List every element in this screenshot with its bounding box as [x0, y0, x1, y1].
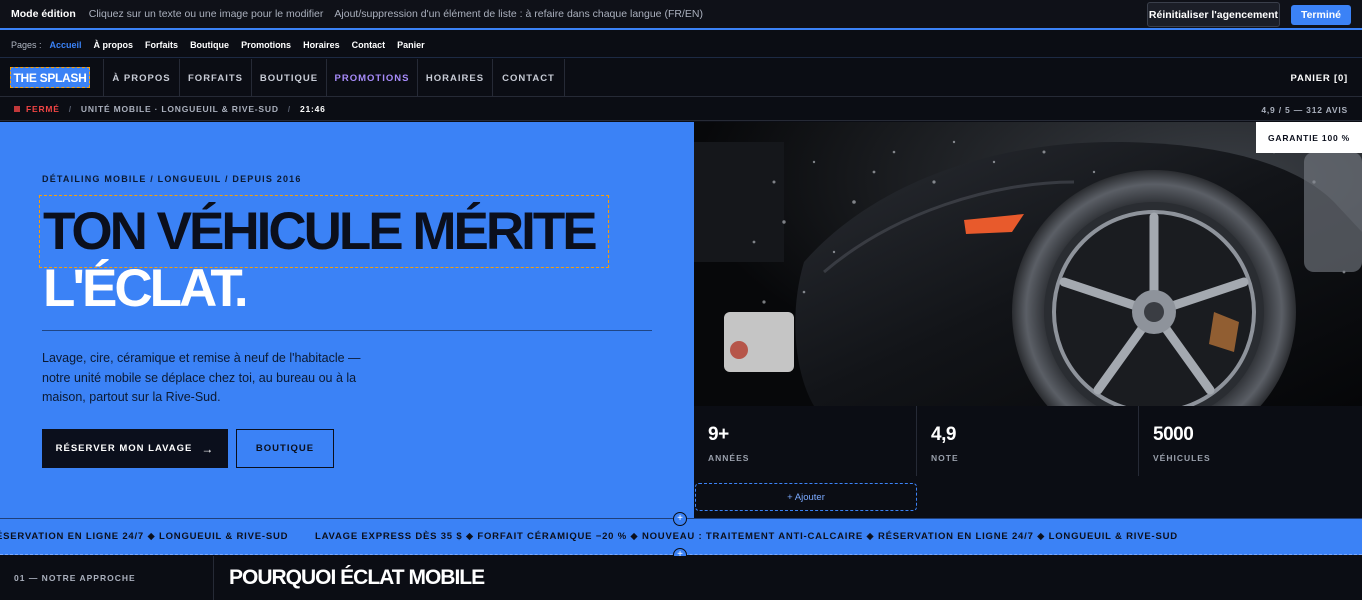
status-bar: FERMÉ / UNITÉ MOBILE · LONGUEUIL & RIVE-…: [0, 98, 1362, 121]
stat-value: 9+: [708, 424, 729, 445]
open-status: FERMÉ: [26, 104, 60, 114]
nav-item-a-propos[interactable]: À PROPOS: [103, 59, 179, 97]
pages-bar: Pages : Accueil À propos Forfaits Boutiq…: [0, 32, 1362, 58]
ticker-text[interactable]: LAVAGE EXPRESS DÈS 35 $ ◆ FORFAIT CÉRAMI…: [315, 531, 1178, 542]
stat-item[interactable]: 4,9 NOTE: [916, 406, 1138, 476]
cart-link[interactable]: PANIER [0]: [1291, 59, 1348, 97]
section-divider: [213, 556, 214, 600]
edit-hint-text: Cliquez sur un texte ou une image pour l…: [88, 8, 324, 20]
page-link-contact[interactable]: Contact: [352, 40, 386, 50]
page-link-boutique[interactable]: Boutique: [190, 40, 229, 50]
page-link-panier[interactable]: Panier: [397, 40, 425, 50]
approach-section: 01 — NOTRE APPROCHE POURQUOI ÉCLAT MOBIL…: [0, 556, 1362, 600]
book-wash-label: RÉSERVER MON LAVAGE: [55, 443, 193, 454]
stat-value: 4,9: [931, 424, 956, 445]
book-wash-button[interactable]: RÉSERVER MON LAVAGE →: [42, 429, 228, 468]
stat-label: VÉHICULES: [1153, 453, 1211, 463]
pages-label: Pages :: [11, 39, 42, 50]
site-logo[interactable]: THE SPLASH: [10, 67, 90, 88]
rating-summary: 4,9 / 5 — 312 AVIS: [1261, 104, 1348, 115]
hero-car-photo[interactable]: [694, 122, 1362, 406]
guarantee-badge: GARANTIE 100 %: [1256, 122, 1362, 153]
add-section-plus-icon[interactable]: +: [673, 512, 687, 526]
nav-item-promotions[interactable]: PROMOTIONS: [326, 59, 417, 97]
edit-mode-bar: Mode édition Cliquez sur un texte ou une…: [0, 0, 1362, 30]
location-text: UNITÉ MOBILE · LONGUEUIL & RIVE-SUD: [80, 104, 279, 114]
hero-headline-line2[interactable]: L'ÉCLAT.: [43, 259, 249, 319]
shop-button[interactable]: BOUTIQUE: [236, 429, 334, 468]
stat-label: NOTE: [931, 453, 959, 463]
status-separator: /: [68, 104, 72, 114]
current-time: 21:46: [299, 104, 326, 114]
car-wheel-illustration: [694, 122, 1362, 406]
hero-divider: [42, 330, 652, 331]
stat-label: ANNÉES: [708, 453, 750, 463]
hero-section: DÉTAILING MOBILE / LONGUEUIL / DEPUIS 20…: [0, 122, 694, 518]
closed-indicator-icon: [14, 106, 20, 112]
hero-lead-text[interactable]: Lavage, cire, céramique et remise à neuf…: [42, 349, 372, 408]
page-link-promotions[interactable]: Promotions: [241, 40, 291, 50]
page-link-forfaits[interactable]: Forfaits: [145, 40, 178, 50]
stat-item[interactable]: 5000 VÉHICULES: [1138, 406, 1360, 476]
hero-headline-line1[interactable]: TON VÉHICULE MÉRITE: [43, 202, 598, 262]
section-number[interactable]: 01 — NOTRE APPROCHE: [14, 573, 136, 583]
reset-layout-button[interactable]: Réinitialiser l'agencement: [1147, 2, 1280, 27]
add-stat-button[interactable]: + Ajouter: [695, 483, 917, 511]
nav-item-contact[interactable]: CONTACT: [492, 59, 565, 97]
page-link-horaires[interactable]: Horaires: [303, 40, 340, 50]
ticker-text[interactable]: ÉSERVATION EN LIGNE 24/7 ◆ LONGUEUIL & R…: [0, 531, 288, 542]
section-title[interactable]: POURQUOI ÉCLAT MOBILE: [229, 566, 485, 590]
main-nav: THE SPLASH À PROPOS FORFAITS BOUTIQUE PR…: [0, 59, 1362, 97]
hero-eyebrow[interactable]: DÉTAILING MOBILE / LONGUEUIL / DEPUIS 20…: [42, 174, 302, 184]
nav-item-horaires[interactable]: HORAIRES: [417, 59, 492, 97]
done-button[interactable]: Terminé: [1291, 5, 1351, 25]
stat-value: 5000: [1153, 424, 1194, 445]
nav-item-forfaits[interactable]: FORFAITS: [179, 59, 251, 97]
arrow-right-icon: →: [201, 441, 215, 456]
stat-item[interactable]: 9+ ANNÉES: [694, 406, 916, 476]
edit-mode-label: Mode édition: [11, 8, 76, 20]
page-link-accueil[interactable]: Accueil: [50, 40, 82, 50]
nav-item-boutique[interactable]: BOUTIQUE: [251, 59, 326, 97]
status-separator: /: [287, 104, 291, 114]
page-link-a-propos[interactable]: À propos: [94, 40, 134, 50]
edit-hint-list-text: Ajout/suppression d'un élément de liste …: [334, 8, 703, 20]
